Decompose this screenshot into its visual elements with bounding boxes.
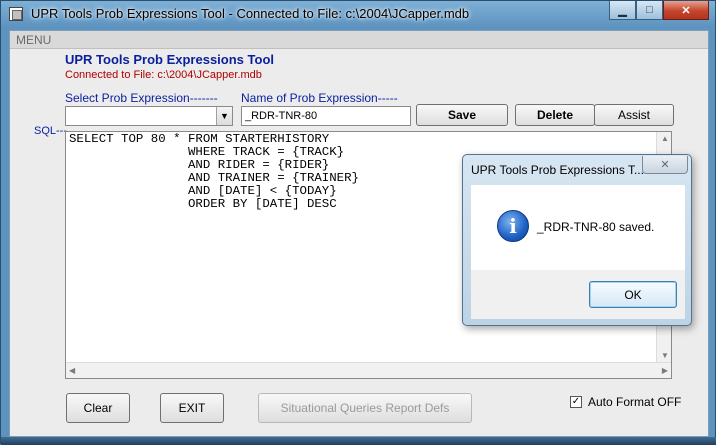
scroll-left-icon[interactable]: ◀ bbox=[69, 366, 75, 375]
expression-name-input[interactable] bbox=[241, 106, 411, 126]
scroll-down-icon[interactable]: ▼ bbox=[661, 351, 669, 360]
delete-button[interactable]: Delete bbox=[515, 104, 595, 126]
sql-text[interactable]: SELECT TOP 80 * FROM STARTERHISTORY WHER… bbox=[69, 133, 359, 211]
dialog-body: i _RDR-TNR-80 saved. bbox=[471, 185, 685, 270]
minimize-button[interactable]: ▁ bbox=[609, 1, 636, 20]
select-expression-dropdown[interactable]: ▼ bbox=[65, 106, 233, 126]
close-button[interactable]: ✕ bbox=[663, 1, 709, 20]
horizontal-scrollbar[interactable]: ◀ ▶ bbox=[66, 362, 671, 378]
dialog-close-button[interactable]: ✕ bbox=[642, 156, 688, 174]
exit-button[interactable]: EXIT bbox=[160, 393, 224, 423]
window-title: UPR Tools Prob Expressions Tool - Connec… bbox=[31, 6, 470, 21]
dialog-footer: OK bbox=[471, 270, 685, 319]
expression-name-label: Name of Prob Expression----- bbox=[241, 91, 398, 105]
select-expression-label: Select Prob Expression------- bbox=[65, 91, 218, 105]
app-icon[interactable] bbox=[9, 7, 23, 21]
scroll-right-icon[interactable]: ▶ bbox=[662, 366, 668, 375]
maximize-button[interactable]: □ bbox=[636, 1, 663, 20]
window-controls: ▁ □ ✕ bbox=[609, 1, 709, 20]
sql-label: SQL--- bbox=[34, 125, 67, 137]
menu-item[interactable]: MENU bbox=[16, 33, 51, 47]
save-confirmation-dialog: UPR Tools Prob Expressions T... ✕ i _RDR… bbox=[462, 154, 692, 326]
dialog-title: UPR Tools Prob Expressions T... bbox=[471, 163, 644, 177]
save-button[interactable]: Save bbox=[416, 104, 508, 126]
info-icon: i bbox=[497, 210, 529, 242]
assist-button[interactable]: Assist bbox=[594, 104, 674, 126]
auto-format-checkbox[interactable]: ✓ bbox=[570, 396, 582, 408]
chevron-down-icon[interactable]: ▼ bbox=[216, 107, 232, 125]
title-bar[interactable]: UPR Tools Prob Expressions Tool - Connec… bbox=[1, 1, 715, 29]
auto-format-label: Auto Format OFF bbox=[588, 395, 682, 409]
connection-status: Connected to File: c:\2004\JCapper.mdb bbox=[65, 69, 262, 81]
page-title: UPR Tools Prob Expressions Tool bbox=[65, 52, 274, 67]
auto-format-option[interactable]: ✓ Auto Format OFF bbox=[570, 395, 681, 409]
dialog-message: _RDR-TNR-80 saved. bbox=[537, 220, 655, 234]
ok-button[interactable]: OK bbox=[589, 281, 677, 308]
menu-bar: MENU bbox=[10, 31, 708, 49]
situational-queries-button[interactable]: Situational Queries Report Defs bbox=[258, 393, 472, 423]
scroll-up-icon[interactable]: ▲ bbox=[661, 134, 669, 143]
main-window: UPR Tools Prob Expressions Tool - Connec… bbox=[0, 0, 716, 445]
clear-button[interactable]: Clear bbox=[66, 393, 130, 423]
